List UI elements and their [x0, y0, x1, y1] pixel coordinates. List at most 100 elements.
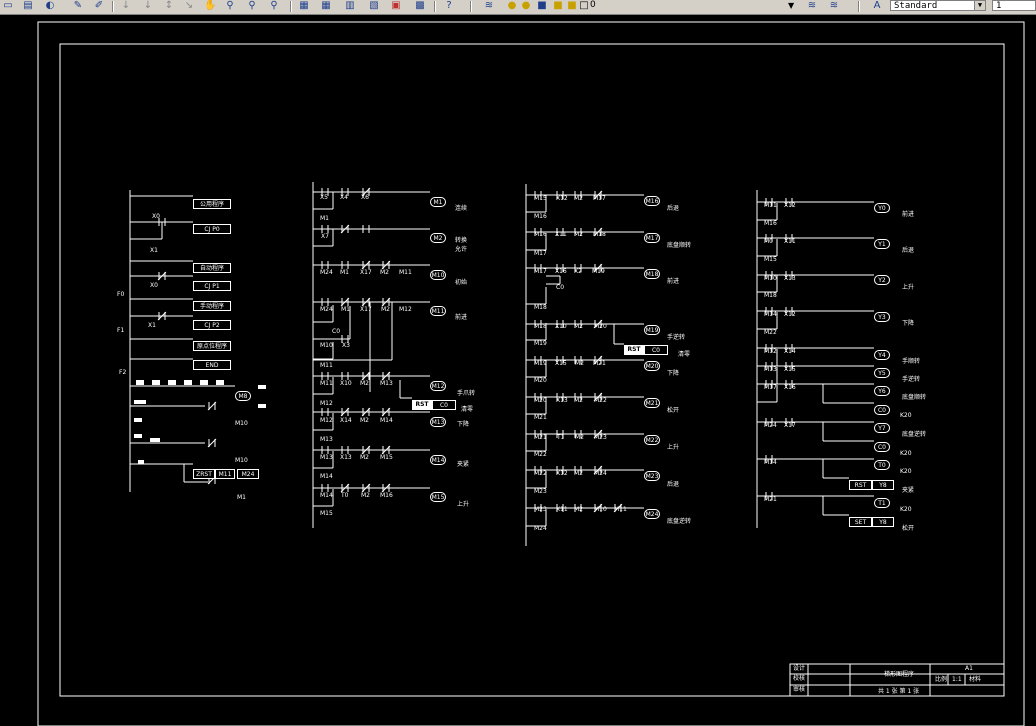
pan-icon[interactable]: ✋ — [204, 0, 216, 12]
contact-block — [150, 438, 160, 442]
ladder-label: T0 — [341, 492, 349, 499]
instruction-box: RST — [412, 400, 432, 410]
save-icon[interactable]: ◐ — [44, 0, 56, 12]
color-swatch-icon[interactable]: ■ — [552, 0, 564, 12]
contact-block — [136, 380, 144, 385]
layer-previous-icon[interactable]: ≋ — [806, 0, 818, 12]
instruction-box: END — [193, 360, 231, 370]
ladder-label: 上升 — [457, 501, 470, 508]
ladder-label: X12 — [784, 202, 796, 209]
ladder-label: M10 — [235, 420, 248, 427]
ladder-label: M24 — [534, 525, 547, 532]
brush-icon[interactable]: ✐ — [93, 0, 105, 12]
ladder-label: M18 — [764, 292, 777, 299]
ladder-label: 底盘顺转 — [902, 394, 927, 401]
ladder-label: M12 — [399, 306, 412, 313]
ladder-label: 底盘逆转 — [667, 518, 692, 525]
scale-value: 1:1 — [952, 676, 962, 683]
output-coil: Y6 — [874, 386, 890, 396]
lock-icon[interactable]: ■ — [536, 0, 548, 12]
layer-manager-icon[interactable]: ≋ — [483, 0, 495, 12]
zoom-previous-icon[interactable]: ⚲ — [268, 0, 280, 12]
ladder-label: F2 — [119, 369, 127, 376]
ladder-label: M24 — [320, 269, 333, 276]
ladder-label: M14 — [764, 459, 777, 466]
ladder-label: M18 — [534, 304, 547, 311]
sheet-set-icon[interactable]: ▧ — [368, 0, 380, 12]
ladder-label: M10 — [235, 457, 248, 464]
ladder-label: 夹紧 — [902, 487, 915, 494]
ladder-label: M15 — [380, 454, 393, 461]
help-icon[interactable]: ? — [443, 0, 455, 12]
ladder-label: M2 — [575, 360, 584, 367]
ladder-label: X16 — [784, 384, 796, 391]
open-file-icon[interactable]: ▤ — [22, 0, 34, 12]
ladder-label: X14 — [784, 348, 796, 355]
ladder-label: X3 — [342, 342, 350, 349]
pencil-icon[interactable]: ✎ — [72, 0, 84, 12]
output-coil: M10 — [430, 270, 446, 280]
instruction-box: M24 — [237, 469, 259, 479]
light-bulb-icon[interactable]: ● — [506, 0, 518, 12]
layer-dropdown-arrow[interactable]: ▼ — [788, 0, 794, 11]
instruction-box: RST — [849, 480, 872, 490]
instruction-box: M11 — [215, 469, 235, 479]
ladder-label: M2 — [380, 269, 389, 276]
zoom-realtime-icon[interactable]: ⚲ — [224, 0, 236, 12]
ladder-label: M15 — [534, 195, 547, 202]
ladder-label: F0 — [117, 291, 125, 298]
ladder-label: M2 — [361, 492, 370, 499]
output-coil: Y2 — [874, 275, 890, 285]
contact-block — [134, 400, 146, 404]
material-label: 材料 — [969, 676, 982, 683]
properties-icon[interactable]: ▦ — [298, 0, 310, 12]
markup-icon[interactable]: ▣ — [390, 0, 402, 12]
ladder-label: M2 — [574, 195, 583, 202]
tool-palette-icon[interactable]: ▥ — [344, 0, 356, 12]
chevron-down-icon[interactable]: ▼ — [974, 1, 985, 10]
ladder-label: M1 — [341, 306, 350, 313]
design-center-icon[interactable]: ▦ — [320, 0, 332, 12]
redo-icon[interactable]: ↓ — [142, 0, 154, 12]
ladder-label: X13 — [340, 454, 352, 461]
output-coil: Y1 — [874, 239, 890, 249]
ladder-label: M16 — [534, 213, 547, 220]
layer-states-icon[interactable]: ≋ — [828, 0, 840, 12]
move-icon[interactable]: ↕ — [163, 0, 175, 12]
output-coil: M23 — [644, 471, 660, 481]
ladder-label: 前进 — [667, 278, 680, 285]
ladder-label: 连续 — [455, 205, 468, 212]
arrow-icon[interactable]: ↘ — [183, 0, 195, 12]
ladder-label: 手逆转 — [902, 376, 921, 383]
zoom-window-icon[interactable]: ⚲ — [246, 0, 258, 12]
output-coil: M12 — [430, 381, 446, 391]
layer-name: 0 — [590, 0, 596, 10]
dim-style-select[interactable]: 1 — [992, 0, 1036, 11]
layer-swatch-icon: □ — [579, 0, 589, 11]
text-style-select[interactable]: Standard ▼ — [890, 0, 986, 11]
ladder-label: 夹紧 — [457, 461, 470, 468]
output-coil: M13 — [430, 417, 446, 427]
ladder-label: 后退 — [902, 247, 915, 254]
drawing-canvas[interactable]: X0 X1 X0 F0 X1 F1 F2 M10 M10 M1 公用程序 CJ P0 自动程序 CJ P1… — [0, 14, 1036, 726]
ladder-label: M11 — [614, 506, 627, 513]
ladder-label: M17 — [534, 268, 547, 275]
ladder-label: X6 — [361, 194, 369, 201]
ladder-label: 上升 — [667, 444, 680, 451]
ladder-label: M2 — [381, 306, 390, 313]
ladder-label: M2 — [574, 323, 583, 330]
contact-block — [258, 404, 266, 408]
output-coil: M1 — [430, 197, 446, 207]
drawing-frame — [59, 43, 1005, 697]
layer-color-icon[interactable]: ■ — [566, 0, 578, 12]
ladder-label: M10 — [320, 342, 333, 349]
calculator-icon[interactable]: ▩ — [414, 0, 426, 12]
output-coil: C0 — [874, 442, 890, 452]
output-coil: M15 — [430, 492, 446, 502]
sun-icon[interactable]: ● — [520, 0, 532, 12]
ladder-label: M22 — [534, 470, 547, 477]
undo-icon[interactable]: ↓ — [120, 0, 132, 12]
text-style-icon[interactable]: A — [871, 0, 883, 12]
new-file-icon[interactable]: ▭ — [2, 0, 14, 12]
ladder-label: M11 — [764, 202, 777, 209]
